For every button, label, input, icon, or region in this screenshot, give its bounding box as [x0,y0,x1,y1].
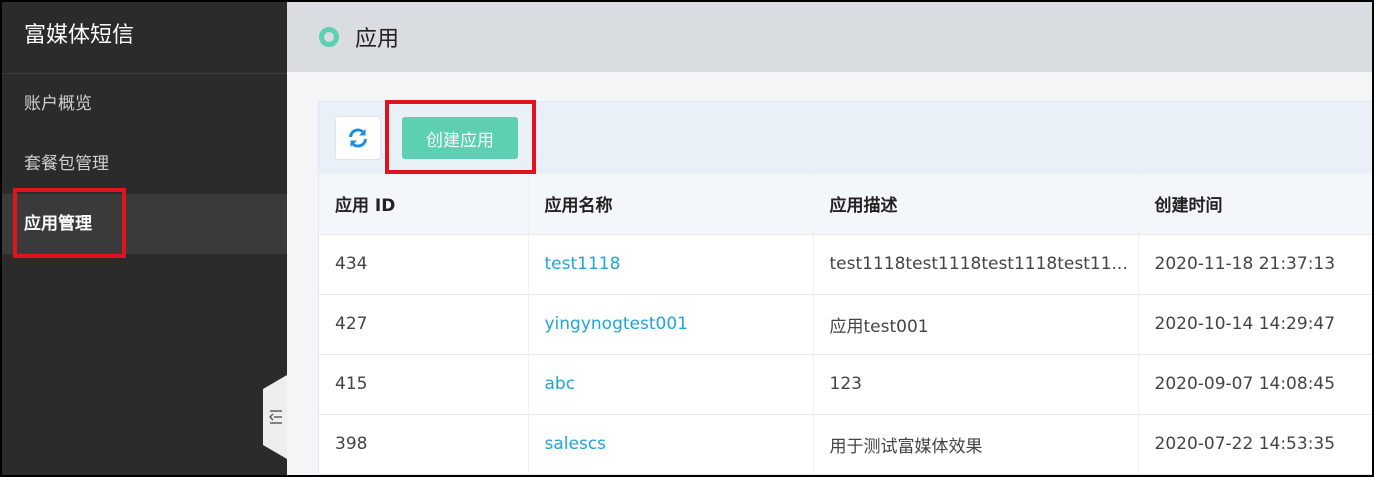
table-row: 427 yingynogtest001 应用test001 2020-10-14… [319,294,1372,355]
app-description-cell: 123 [812,354,1138,415]
table-row: 434 test1118 test1118test1118test1118tes… [319,234,1372,295]
app-description-cell: test1118test1118test1118test11... [812,234,1138,295]
refresh-icon [349,128,367,148]
created-time-cell: 2020-09-07 14:08:45 [1137,354,1372,415]
app-name-link[interactable]: yingynogtest001 [527,294,813,355]
app-id-cell: 427 [319,294,528,355]
sidebar-item-account-overview[interactable]: 账户概览 [2,74,287,134]
app-name-link[interactable]: abc [527,354,813,415]
table-row: 415 abc 123 2020-09-07 14:08:45 [319,354,1372,415]
table-header-row: 应用 ID 应用名称 应用描述 创建时间 [319,174,1372,235]
collapse-left-icon [263,375,287,459]
app-name-link[interactable]: salescs [527,414,813,475]
app-table: 应用 ID 应用名称 应用描述 创建时间 434 test1118 test11… [319,174,1372,475]
app-description-cell: 用于测试富媒体效果 [812,414,1138,475]
page-title: 应用 [355,27,400,52]
app-list-panel: 创建应用 应用 ID 应用名称 应用描述 创建时间 434 test1118 t… [318,101,1372,475]
app-description-cell: 应用test001 [812,294,1138,355]
created-time-cell: 2020-11-18 21:37:13 [1137,234,1372,295]
created-time-cell: 2020-10-14 14:29:47 [1137,294,1372,355]
sidebar: 富媒体短信 账户概览 套餐包管理 应用管理 [2,2,287,475]
app-window: 富媒体短信 账户概览 套餐包管理 应用管理 应用 创建应用 应用 ID 应用名称… [2,2,1372,475]
toolbar: 创建应用 [319,102,1372,174]
page-header: 应用 [287,2,1372,72]
ring-icon [319,27,339,47]
column-header-created-time[interactable]: 创建时间 [1137,174,1372,235]
collapse-sidebar-button[interactable] [263,375,287,459]
app-id-cell: 398 [319,414,528,475]
app-name-link[interactable]: test1118 [527,234,813,295]
refresh-button[interactable] [335,116,381,160]
app-id-cell: 415 [319,354,528,415]
create-app-button[interactable]: 创建应用 [402,117,518,159]
main-content: 应用 创建应用 应用 ID 应用名称 应用描述 创建时间 434 test111… [287,2,1372,475]
table-row: 398 salescs 用于测试富媒体效果 2020-07-22 14:53:3… [319,414,1372,475]
created-time-cell: 2020-07-22 14:53:35 [1137,414,1372,475]
sidebar-item-package-management[interactable]: 套餐包管理 [2,134,287,194]
column-header-app-description[interactable]: 应用描述 [812,174,1138,235]
sidebar-item-app-management[interactable]: 应用管理 [2,194,287,254]
brand-title: 富媒体短信 [2,2,287,74]
column-header-app-name[interactable]: 应用名称 [527,174,813,235]
app-id-cell: 434 [319,234,528,295]
column-header-app-id[interactable]: 应用 ID [319,174,528,235]
